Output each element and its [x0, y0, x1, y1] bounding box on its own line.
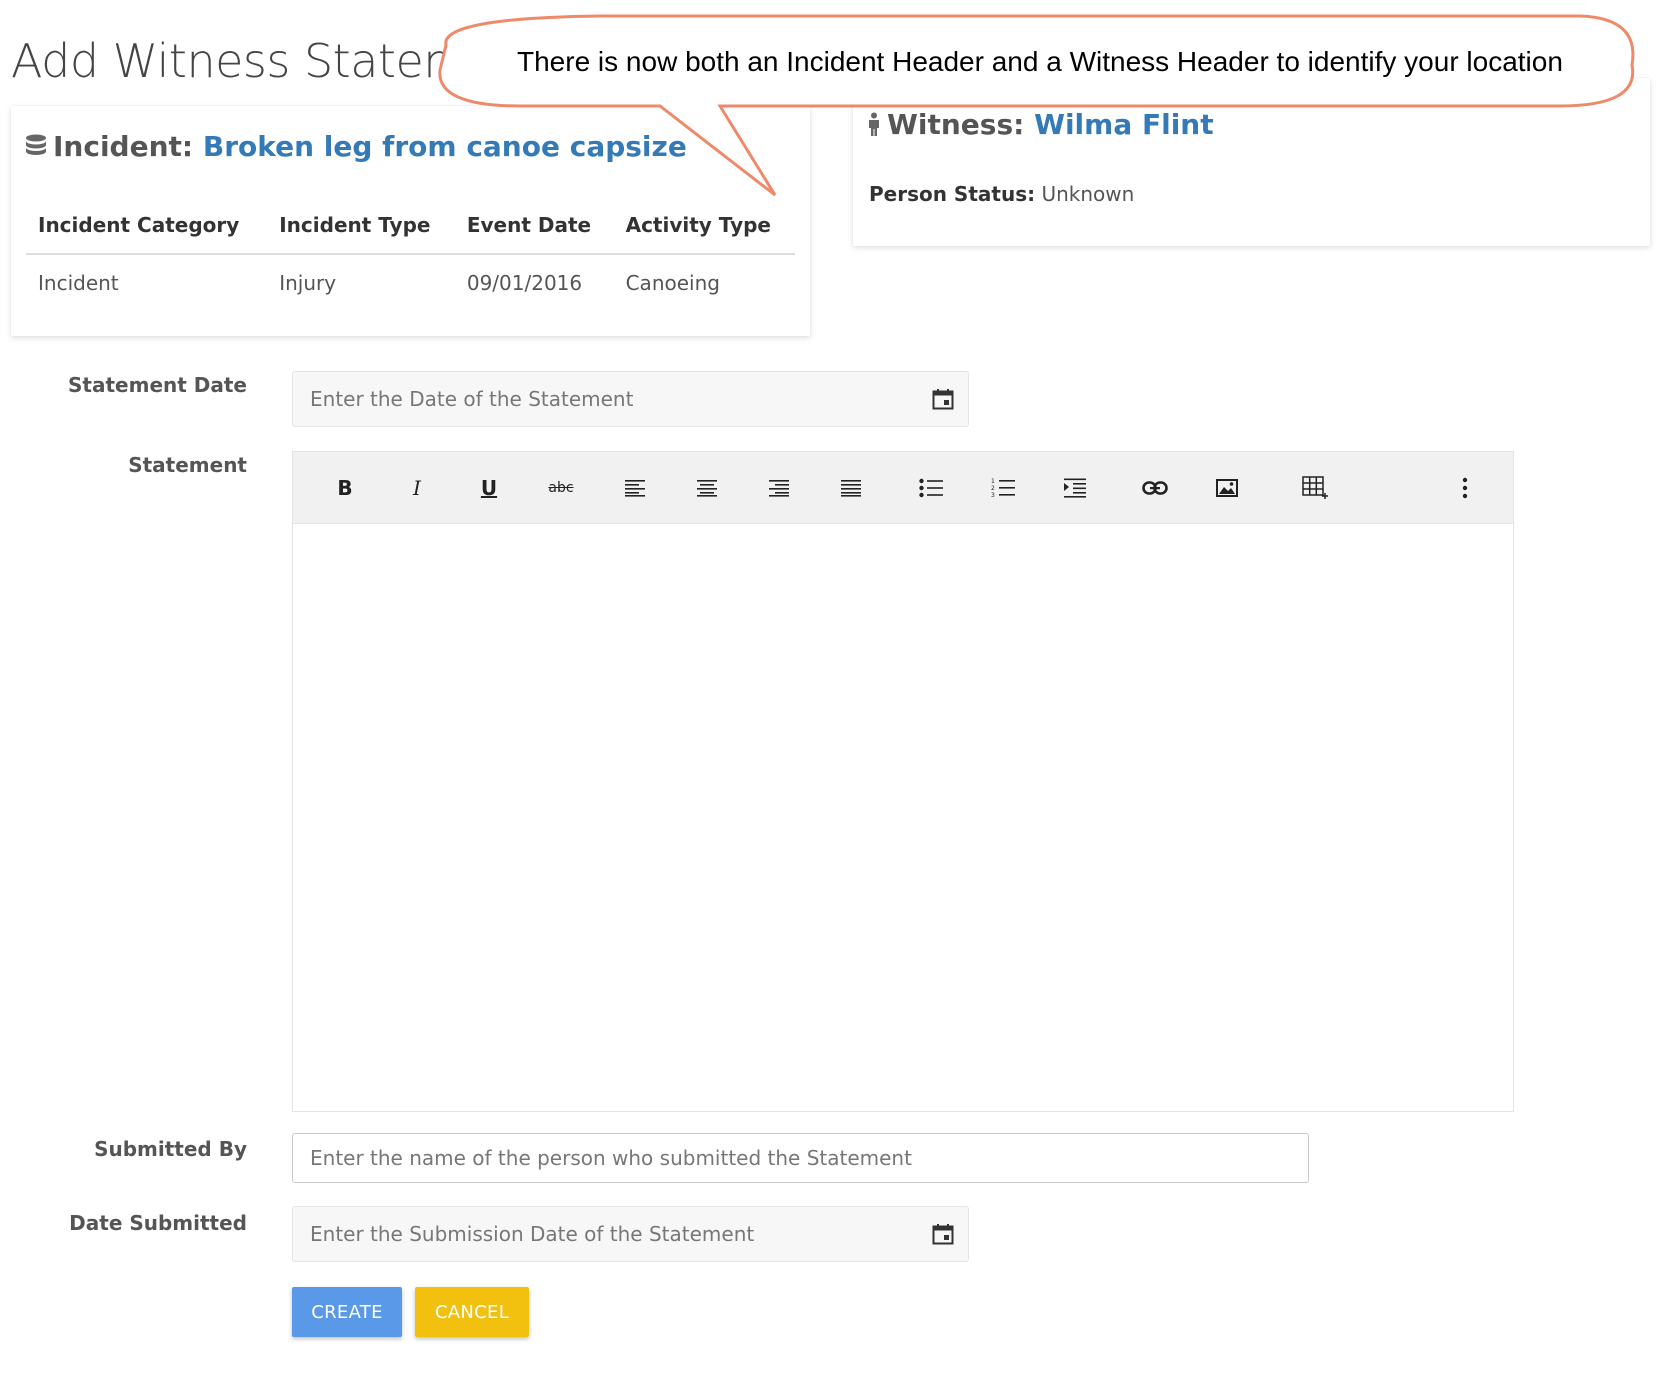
strikethrough-icon: abc	[548, 480, 574, 496]
link-icon	[1142, 481, 1168, 495]
column-activity-type: Activity Type	[613, 199, 795, 255]
italic-icon: I	[413, 476, 421, 500]
underline-button[interactable]: U	[467, 466, 511, 510]
submitted-by-label: Submitted By	[94, 1137, 247, 1161]
vertical-dots-icon	[1462, 477, 1468, 499]
statement-text-area[interactable]	[293, 524, 1513, 1111]
align-left-button[interactable]	[613, 466, 657, 510]
table-header-row: Incident Category Incident Type Event Da…	[26, 199, 795, 255]
svg-text:1: 1	[991, 478, 995, 485]
bold-button[interactable]: B	[323, 466, 367, 510]
cell-incident-type: Injury	[279, 271, 337, 295]
align-center-icon	[697, 480, 717, 497]
cancel-button[interactable]: CANCEL	[415, 1287, 529, 1337]
statement-date-label: Statement Date	[68, 373, 247, 397]
editor-toolbar: B I U abc 123	[293, 452, 1513, 524]
underline-icon: U	[480, 476, 498, 500]
incident-details-table: Incident Category Incident Type Event Da…	[26, 199, 795, 311]
svg-text:3: 3	[991, 492, 995, 499]
image-button[interactable]	[1205, 466, 1249, 510]
link-button[interactable]	[1133, 466, 1177, 510]
image-icon	[1216, 479, 1238, 497]
person-status-label: Person Status:	[869, 182, 1036, 206]
witness-name-link[interactable]: Wilma Flint	[1034, 108, 1214, 141]
column-event-date: Event Date	[454, 199, 614, 255]
align-center-button[interactable]	[685, 466, 729, 510]
numbered-list-button[interactable]: 123	[981, 466, 1025, 510]
witness-label: Witness:	[887, 108, 1025, 141]
calendar-icon[interactable]	[932, 1223, 954, 1245]
page-title: Add Witness Statement	[11, 34, 542, 88]
column-incident-category: Incident Category	[26, 199, 268, 255]
person-icon	[869, 112, 879, 136]
person-status-value: Unknown	[1041, 182, 1135, 206]
bullet-list-icon	[919, 478, 943, 498]
indent-icon	[1064, 478, 1086, 498]
witness-header-card: Witness: Wilma Flint Person Status: Unkn…	[853, 78, 1650, 246]
indent-button[interactable]	[1053, 466, 1097, 510]
svg-text:2: 2	[991, 485, 995, 492]
bold-icon: B	[337, 476, 353, 500]
database-icon	[26, 134, 46, 155]
table-button[interactable]	[1293, 466, 1337, 510]
table-row: Incident Injury 09/01/2016 Canoeing	[26, 254, 795, 311]
incident-heading: Incident: Broken leg from canoe capsize	[25, 130, 687, 163]
callout-text: There is now both an Incident Header and…	[517, 46, 1563, 77]
witness-heading: Witness: Wilma Flint	[867, 108, 1214, 141]
statement-date-input[interactable]	[292, 371, 969, 427]
bullet-list-button[interactable]	[909, 466, 953, 510]
create-button[interactable]: CREATE	[292, 1287, 402, 1337]
date-submitted-label: Date Submitted	[69, 1211, 247, 1235]
statement-editor: B I U abc 123	[292, 451, 1514, 1112]
numbered-list-icon: 123	[991, 478, 1015, 499]
strikethrough-button[interactable]: abc	[539, 466, 583, 510]
calendar-icon[interactable]	[932, 388, 954, 410]
italic-button[interactable]: I	[395, 466, 439, 510]
more-options-button[interactable]	[1443, 466, 1487, 510]
column-incident-type: Incident Type	[267, 199, 455, 255]
align-right-button[interactable]	[757, 466, 801, 510]
align-left-icon	[625, 480, 645, 497]
cell-activity-type: Canoeing	[625, 271, 720, 295]
align-right-icon	[769, 480, 789, 497]
submitted-by-input[interactable]	[292, 1133, 1309, 1183]
date-submitted-input[interactable]	[292, 1206, 969, 1262]
incident-label: Incident:	[53, 130, 194, 163]
statement-label: Statement	[128, 453, 247, 477]
cell-incident-category: Incident	[38, 271, 119, 295]
align-justify-icon	[841, 480, 861, 497]
incident-name-link[interactable]: Broken leg from canoe capsize	[203, 130, 687, 163]
incident-header-card: Incident: Broken leg from canoe capsize …	[11, 106, 810, 336]
justify-button[interactable]	[829, 466, 873, 510]
table-icon	[1302, 476, 1328, 499]
person-status: Person Status: Unknown	[869, 182, 1134, 206]
cell-event-date: 09/01/2016	[466, 271, 583, 295]
